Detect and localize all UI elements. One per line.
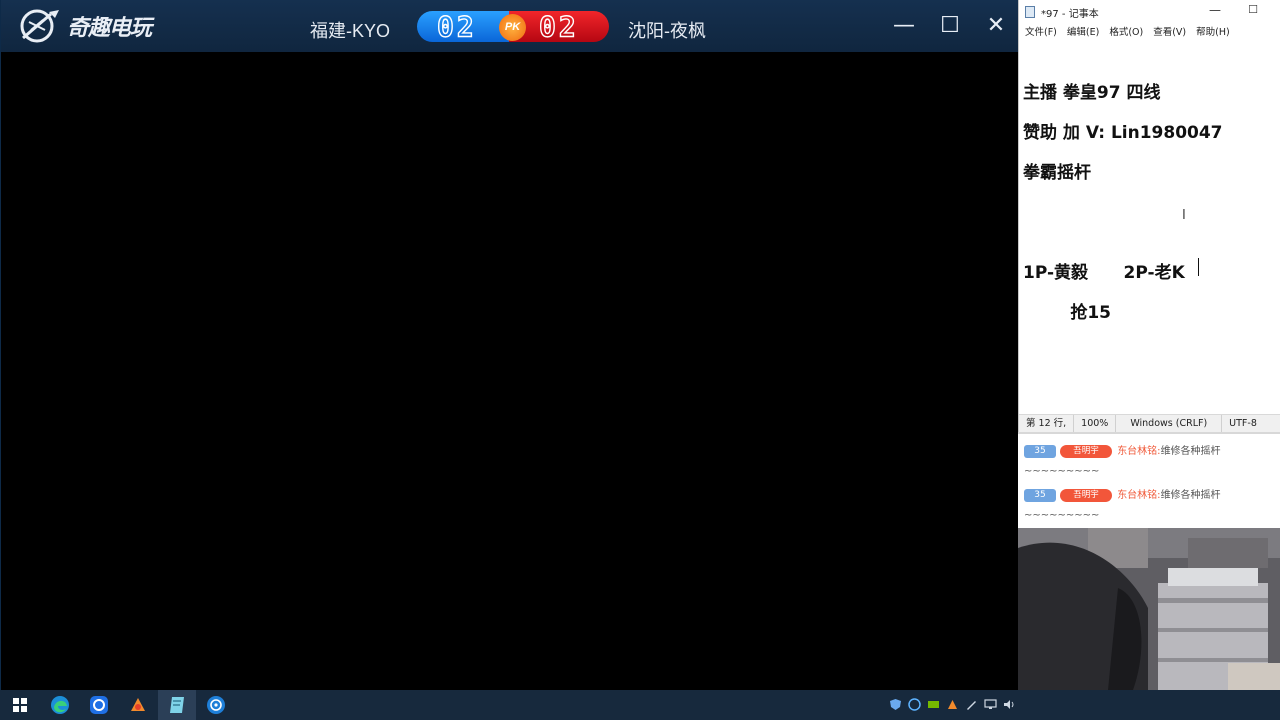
windows-start-icon[interactable] [10, 695, 30, 715]
close-button[interactable]: ✕ [983, 12, 1009, 40]
chat-username[interactable]: 东台林铭: [1117, 490, 1160, 501]
fan-badge: 吾明宇 [1060, 444, 1112, 458]
text-line-players: 1P-黄毅 2P-老K [1023, 263, 1185, 283]
notepad-menubar: 文件(F) 编辑(E) 格式(O) 查看(V) 帮助(H) [1019, 24, 1280, 42]
chat-message: 35 吾明宇 东台林铭:维修各种摇杆~~~~~~~~~ [1024, 486, 1276, 526]
logo: 奇趣电玩 [15, 8, 152, 44]
notepad-icon [1025, 6, 1035, 18]
status-line-ending: Windows (CRLF) [1116, 415, 1223, 432]
notepad-window: *97 - 记事本 — ☐ 文件(F) 编辑(E) 格式(O) 查看(V) 帮助… [1018, 0, 1280, 432]
network-icon[interactable] [984, 698, 997, 711]
menu-edit[interactable]: 编辑(E) [1067, 24, 1099, 42]
app-tray-icon[interactable] [946, 698, 959, 711]
logo-text: 奇趣电玩 [67, 16, 152, 41]
shield-icon[interactable] [889, 698, 902, 711]
text-line-joystick: 拳霸摇杆 [1023, 163, 1091, 183]
ibeam-cursor-icon: I [1182, 208, 1186, 223]
chat-app-icon[interactable] [89, 695, 109, 715]
notepad-statusbar: 第 12 行, 100% Windows (CRLF) UTF-8 [1019, 414, 1280, 432]
menu-view[interactable]: 查看(V) [1153, 24, 1186, 42]
minimize-button[interactable]: — [891, 12, 917, 40]
edge-browser-icon[interactable] [50, 695, 70, 715]
taskbar [0, 690, 1280, 720]
chat-username[interactable]: 东台林铭: [1117, 446, 1160, 457]
text-caret [1198, 258, 1199, 276]
status-zoom: 100% [1074, 415, 1117, 432]
volume-icon[interactable] [1003, 698, 1016, 711]
nvidia-icon[interactable] [927, 698, 940, 711]
status-encoding: UTF-8 [1229, 418, 1257, 429]
menu-help[interactable]: 帮助(H) [1196, 24, 1230, 42]
chat-panel: 35 吾明宇 东台林铭:维修各种摇杆~~~~~~~~~ 35 吾明宇 东台林铭:维修… [1018, 432, 1280, 528]
notepad-text-area[interactable]: 主播 拳皇97 四线 赞助 加 V: Lin1980047 拳霸摇杆 1P-黄毅… [1019, 42, 1280, 414]
notepad-minimize-button[interactable]: — [1205, 3, 1225, 17]
notepad-titlebar: *97 - 记事本 — ☐ [1019, 0, 1280, 24]
webcam-image [1018, 528, 1280, 690]
level-badge: 35 [1024, 444, 1056, 458]
notepad-maximize-button[interactable]: ☐ [1243, 3, 1263, 16]
menu-file[interactable]: 文件(F) [1025, 24, 1057, 42]
text-line-host: 主播 拳皇97 四线 [1023, 83, 1161, 103]
game-window: 奇趣电玩 福建-KYO 02 02 PK 沈阳-夜枫 — ☐ ✕ [0, 0, 1019, 690]
game-app-icon[interactable] [206, 695, 226, 715]
logo-mark-icon [20, 9, 59, 43]
paint-app-icon[interactable] [128, 695, 148, 715]
notepad-title: *97 - 记事本 [1041, 9, 1099, 20]
level-badge: 35 [1024, 488, 1056, 502]
team-left-name: 福建-KYO [310, 21, 391, 41]
chat-message: 35 吾明宇 东台林铭:维修各种摇杆~~~~~~~~~ [1024, 442, 1276, 482]
webcam-feed [1018, 528, 1280, 690]
game-titlebar: 奇趣电玩 福建-KYO 02 02 PK 沈阳-夜枫 — ☐ ✕ [1, 0, 1019, 52]
notepad-app-icon[interactable] [167, 695, 187, 715]
network-app-icon[interactable] [908, 698, 921, 711]
text-line-sponsor: 赞助 加 V: Lin1980047 [1023, 123, 1223, 143]
game-viewport[interactable] [1, 52, 1018, 690]
fan-badge: 吾明宇 [1060, 488, 1112, 502]
team-right-name: 沈阳-夜枫 [628, 21, 706, 41]
text-line-race: 抢15 [1023, 303, 1112, 323]
menu-format[interactable]: 格式(O) [1109, 24, 1143, 42]
maximize-button[interactable]: ☐ [937, 12, 963, 40]
pen-icon[interactable] [965, 698, 978, 711]
status-line-position: 第 12 行, [1019, 415, 1075, 432]
pk-badge: PK [499, 14, 526, 41]
score-left: 02 [436, 11, 477, 42]
score-right: 02 [538, 11, 579, 42]
